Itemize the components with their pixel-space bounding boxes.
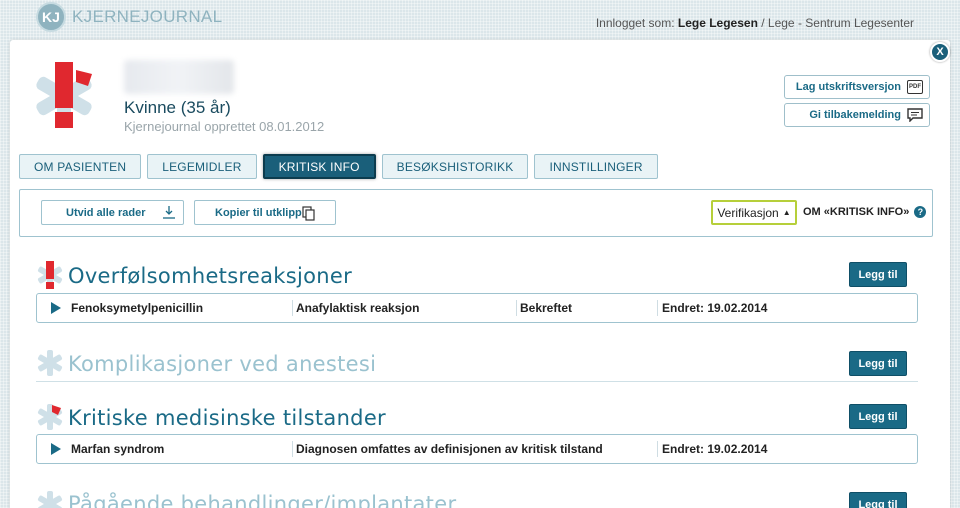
critical-info-icon	[36, 62, 92, 128]
critical-condition-icon	[37, 404, 63, 430]
tab-legemidler[interactable]: LEGEMIDLER	[147, 154, 257, 179]
row-reaction: Anafylaktisk reaksjon	[296, 301, 420, 315]
row-status: Bekreftet	[520, 301, 573, 315]
speech-bubble-icon	[907, 108, 923, 122]
column-divider	[292, 441, 293, 457]
pdf-icon: PDF	[907, 80, 923, 94]
patient-gender-age: Kvinne (35 år)	[124, 98, 231, 117]
tab-om-pasienten[interactable]: OM PASIENTEN	[19, 154, 142, 179]
add-hypersensitivity-button[interactable]: Legg til	[849, 262, 907, 287]
about-critical-info-link[interactable]: OM «KRITISK INFO» ?	[803, 206, 927, 218]
print-version-button[interactable]: Lag utskriftsversjon PDF	[784, 75, 930, 99]
patient-created-date: Kjernejournal opprettet 08.01.2012	[124, 119, 325, 134]
add-critical-condition-button[interactable]: Legg til	[849, 404, 907, 429]
section-title-hypersensitivity: Overfølsomhetsreaksjoner	[68, 264, 353, 288]
verification-dropdown[interactable]: Verifikasjon ▲	[711, 200, 797, 225]
row-substance: Fenoksymetylpenicillin	[71, 301, 204, 315]
column-divider	[657, 441, 658, 457]
verification-label: Verifikasjon	[717, 205, 779, 220]
column-divider	[657, 300, 658, 316]
section-title-critical-conditions: Kritiske medisinske tilstander	[68, 406, 386, 430]
print-version-label: Lag utskriftsversjon	[795, 81, 901, 93]
help-icon: ?	[914, 206, 927, 218]
tab-besokshistorikk[interactable]: BESØKSHISTORIKK	[381, 154, 529, 179]
login-prefix: Innlogget som:	[595, 16, 678, 30]
logo-badge: KJ	[36, 2, 66, 32]
row-changed-date: Endret: 19.02.2014	[662, 301, 768, 315]
copy-to-clipboard-button[interactable]: Kopier til utklipp	[194, 200, 336, 225]
section-title-ongoing-treatments: Pågående behandlinger/implantater	[68, 492, 457, 508]
expand-row-arrow-icon[interactable]	[51, 443, 61, 455]
caret-up-icon: ▲	[782, 208, 791, 217]
section-title-anesthesia: Komplikasjoner ved anestesi	[68, 352, 377, 376]
copy-icon	[302, 206, 315, 221]
feedback-label: Gi tilbakemelding	[809, 109, 901, 121]
star-of-life-icon	[37, 491, 63, 508]
section-divider	[36, 381, 918, 382]
add-ongoing-treatment-button[interactable]: Legg til	[849, 492, 907, 508]
top-bar: KJ KJERNEJOURNAL Innlogget som: Lege Leg…	[0, 0, 960, 40]
critical-red-icon	[37, 261, 63, 289]
row-diagnosis: Marfan syndrom	[71, 442, 165, 456]
star-of-life-icon	[37, 350, 63, 376]
app-logo[interactable]: KJ KJERNEJOURNAL	[36, 2, 222, 32]
tab-kritisk-info[interactable]: KRITISK INFO	[262, 154, 376, 179]
table-row[interactable]: Fenoksymetylpenicillin Anafylaktisk reak…	[36, 293, 918, 323]
login-user: Lege Legesen	[677, 16, 758, 30]
about-label: OM «KRITISK INFO»	[803, 206, 910, 218]
expand-all-button[interactable]: Utvid alle rader	[41, 200, 184, 225]
copy-label: Kopier til utklipp	[215, 206, 302, 219]
row-changed-date: Endret: 19.02.2014	[662, 442, 768, 456]
login-info: Innlogget som: Lege Legesen / Lege - Sen…	[596, 16, 914, 30]
row-description: Diagnosen omfattes av definisjonen av kr…	[296, 442, 603, 456]
feedback-button[interactable]: Gi tilbakemelding	[784, 103, 930, 127]
table-row[interactable]: Marfan syndrom Diagnosen omfattes av def…	[36, 434, 918, 464]
toolbar: Utvid alle rader Kopier til utklipp Veri…	[19, 189, 933, 237]
tab-bar: OM PASIENTEN LEGEMIDLER KRITISK INFO BES…	[19, 154, 658, 179]
download-icon	[163, 206, 175, 219]
expand-all-label: Utvid alle rader	[66, 206, 146, 219]
column-divider	[292, 300, 293, 316]
column-divider	[516, 300, 517, 316]
logo-text: KJERNEJOURNAL	[72, 7, 223, 26]
close-button[interactable]: X	[930, 42, 950, 62]
tab-innstillinger[interactable]: INNSTILLINGER	[534, 154, 658, 179]
add-anesthesia-button[interactable]: Legg til	[849, 351, 907, 376]
patient-name-redacted	[124, 60, 234, 94]
expand-row-arrow-icon[interactable]	[51, 302, 61, 314]
login-suffix: / Lege - Sentrum Legesenter	[757, 16, 914, 30]
